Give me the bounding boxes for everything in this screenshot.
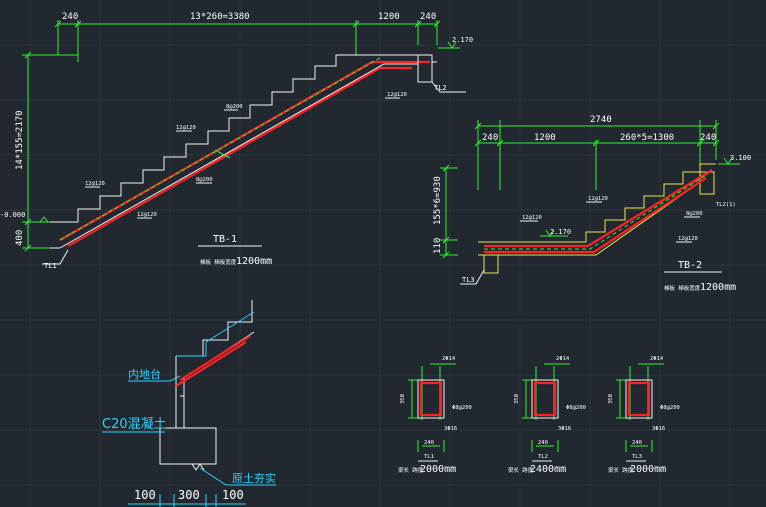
base-detail: 内地台 C20混凝土 原土夯实 100 300 100	[102, 300, 276, 507]
beam-section-3: 2Φ14 350 Φ8@200 3Φ16 240 TL3 梁长 跨度 2000m…	[608, 356, 680, 475]
tb1-rebar-label-6: 12@120	[137, 212, 157, 218]
beam-section-1: 2Φ14 350 Φ8@200 3Φ16 240 TL1 梁长 跨度 2000m…	[398, 356, 472, 475]
beam1-top: 2Φ14	[442, 356, 456, 362]
beam1-bottom: 3Φ16	[444, 426, 457, 432]
base-label-concrete: C20混凝土	[102, 416, 167, 432]
tb2-caption-value: 1200mm	[700, 282, 736, 293]
tb2-dim-110: 110	[433, 238, 443, 254]
cad-drawing-canvas[interactable]: 240 13*260=3380 1200 240 14*155=2170 400…	[0, 0, 766, 507]
tb2-stair-outline	[478, 163, 716, 243]
tb1-left-dimension	[22, 51, 50, 252]
beam2-bottom: 3Φ16	[558, 426, 571, 432]
tb2-dim-steps: 260*5=1300	[620, 133, 674, 143]
beam2-top: 2Φ14	[556, 356, 570, 362]
tb1-title: TB-1	[213, 234, 237, 245]
base-dim-a: 100	[134, 488, 156, 502]
tb2-dim-total: 2740	[590, 115, 612, 125]
beam1-caption-value: 2000mm	[420, 464, 456, 475]
tb2-rebar-label-1: 12@120	[588, 196, 608, 202]
tb1-beam-tl2	[417, 54, 433, 83]
tb1-rebar-label-2: 8@200	[226, 104, 243, 110]
tb1-dim-240-left: 240	[62, 12, 78, 22]
tb2-level-mid: 2.170	[550, 228, 571, 236]
tb1-beam-tag-top: TL2	[434, 84, 447, 92]
tb2-rebar-main	[484, 169, 713, 248]
tb1-dim-240-right: 240	[420, 12, 436, 22]
beam1-height: 350	[400, 394, 406, 404]
tb2-dim-1200: 1200	[534, 133, 556, 143]
tb1-rebar-label-4: 8@200	[196, 177, 213, 183]
beam3-bottom: 3Φ16	[652, 426, 665, 432]
tb1-dim-400: 400	[15, 230, 25, 246]
base-label-inner: 内地台	[128, 367, 161, 381]
stair-drawing: 240 13*260=3380 1200 240 14*155=2170 400…	[0, 0, 766, 507]
tb1-rebar-main	[59, 60, 430, 241]
tb2-beam-tl3	[483, 254, 499, 274]
tb2-section: 2740 240 1200 260*5=1300 240 155*6=930 1…	[433, 115, 751, 293]
beam3-width: 240	[632, 440, 642, 446]
beam2-height: 350	[514, 394, 520, 404]
tb2-caption-prefix: 梯板 梯板宽度	[664, 284, 701, 292]
base-dim-b: 300	[178, 488, 200, 502]
tb2-dim-riser: 155*6=930	[433, 176, 443, 225]
tb2-rebar-label-3: 8@200	[686, 211, 703, 217]
tb1-level-bottom-marker	[39, 216, 49, 223]
tb2-rebar-label-2: 12@120	[522, 215, 542, 221]
tb2-dim-240-right: 240	[700, 133, 716, 143]
tb1-caption-prefix: 梯板 梯板宽度	[200, 258, 237, 266]
base-dim-c: 100	[222, 488, 244, 502]
tb1-dim-riser: 14*155=2170	[15, 110, 25, 170]
beam1-tag: TL1	[424, 454, 434, 460]
tb2-title: TB-2	[678, 260, 702, 271]
beam2-tag: TL2	[538, 454, 548, 460]
base-label-soil: 原土夯实	[232, 471, 276, 485]
tb1-level-top: 2.170	[452, 36, 473, 44]
beam3-caption-value: 2000mm	[630, 464, 666, 475]
tb2-beam-tag-left: TL3	[462, 276, 475, 284]
tb1-rebar-label-3: 12@120	[176, 125, 196, 131]
beam3-top: 2Φ14	[650, 356, 664, 362]
tb1-rebar-label-1: 12@120	[387, 92, 407, 98]
tb1-rebar-label-5: 12@120	[85, 181, 105, 187]
beam2-caption-value: 2400mm	[530, 464, 566, 475]
beam2-stirrup: Φ8@200	[566, 405, 586, 411]
beam2-width: 240	[538, 440, 548, 446]
tb2-dim-240-left: 240	[482, 133, 498, 143]
tb1-caption-value: 1200mm	[236, 256, 272, 267]
tb1-section: 240 13*260=3380 1200 240 14*155=2170 400…	[0, 12, 473, 270]
tb2-rebar-label-4: 12@120	[678, 236, 698, 242]
tb1-level-bottom: -0.000	[0, 211, 25, 219]
base-footing	[159, 427, 217, 465]
tb1-top-dimension	[22, 20, 441, 62]
beam1-stirrup: Φ8@200	[452, 405, 472, 411]
tb2-level-top: 3.100	[730, 154, 751, 162]
beam3-stirrup: Φ8@200	[660, 405, 680, 411]
beam1-width: 240	[424, 440, 434, 446]
tb1-beam-tag-bottom: TL1	[44, 262, 57, 270]
base-stair-outline	[175, 300, 255, 397]
beam3-tag: TL3	[632, 454, 642, 460]
tb1-dim-1200: 1200	[378, 12, 400, 22]
tb1-stair-outline	[50, 54, 419, 223]
beam3-height: 350	[608, 394, 614, 404]
tb2-beam-tag-right: TL2(1)	[716, 202, 736, 208]
tb1-dim-steps: 13*260=3380	[190, 12, 250, 22]
